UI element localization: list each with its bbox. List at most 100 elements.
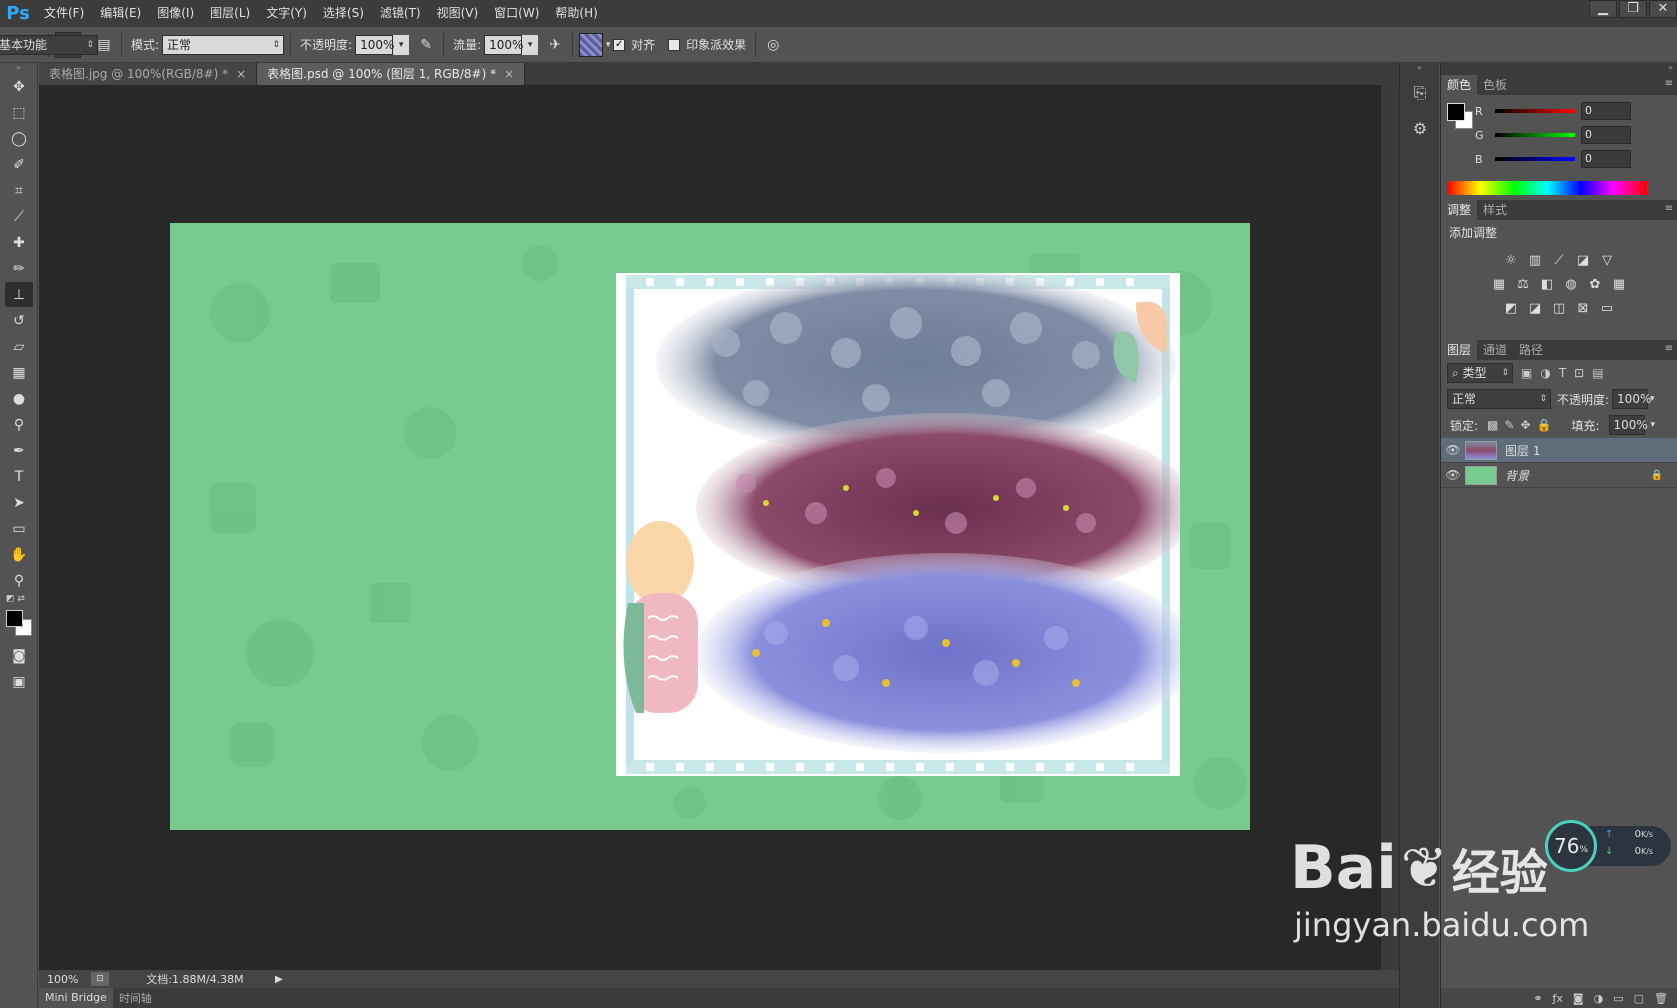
vibrance-icon[interactable]: ▽ (1598, 253, 1616, 269)
lock-transparent-icon[interactable]: ▩ (1487, 418, 1498, 432)
fill-input[interactable]: 100% (1608, 415, 1648, 435)
close-tab-icon[interactable]: × (236, 67, 246, 81)
workspace-select[interactable]: 基本功能 ⇕ (0, 35, 98, 55)
menu-view[interactable]: 视图(V) (429, 0, 487, 27)
gradient-tool-icon[interactable]: ▦ (5, 360, 33, 385)
impression-checkbox[interactable] (668, 38, 681, 51)
align-checkbox[interactable]: ✓ (613, 38, 626, 51)
add-mask-icon[interactable]: ◙ (1573, 992, 1584, 1005)
panel-menu-icon[interactable]: ≡ (1665, 343, 1673, 354)
brush-tool-icon[interactable]: ✏ (5, 256, 33, 281)
layer-opacity-input[interactable]: 100% (1612, 389, 1651, 409)
close-tab-icon[interactable]: × (504, 67, 514, 81)
marquee-tool-icon[interactable]: ⬚ (5, 100, 33, 125)
rectangle-tool-icon[interactable]: ▭ (5, 516, 33, 541)
new-group-icon[interactable]: ▭ (1613, 992, 1623, 1005)
opacity-dropdown-icon[interactable]: ▾ (393, 34, 410, 55)
status-arrow-icon[interactable]: ▶ (275, 974, 283, 985)
properties-panel-icon[interactable]: ⚙ (1406, 119, 1434, 147)
exposure-icon[interactable]: ◪ (1574, 253, 1592, 269)
fx-icon[interactable]: ƒx (1553, 992, 1563, 1005)
posterize-icon[interactable]: ◪ (1526, 301, 1544, 317)
filter-pixel-icon[interactable]: ▣ (1521, 366, 1532, 380)
quick-mask-icon[interactable]: ◙ (5, 643, 33, 668)
green-slider[interactable] (1495, 133, 1575, 137)
menu-select[interactable]: 选择(S) (315, 0, 372, 27)
swap-colors-icon[interactable]: ◩ ⇄ (0, 594, 37, 608)
tab-channels[interactable]: 通道 (1477, 340, 1513, 360)
red-value[interactable]: 0 (1581, 102, 1631, 120)
blue-slider[interactable] (1495, 157, 1575, 161)
healing-brush-tool-icon[interactable]: ✚ (5, 230, 33, 255)
panel-menu-icon[interactable]: ≡ (1665, 203, 1673, 214)
delete-layer-icon[interactable]: 🗑 (1654, 992, 1668, 1005)
menu-edit[interactable]: 编辑(E) (92, 0, 149, 27)
mode-select[interactable]: 正常 ⇕ (162, 34, 285, 55)
color-spectrum-bar[interactable] (1447, 181, 1647, 195)
blend-mode-select[interactable]: 正常 ⇕ (1447, 389, 1551, 409)
menu-filter[interactable]: 滤镜(T) (372, 0, 429, 27)
menu-file[interactable]: 文件(F) (36, 0, 92, 27)
channel-mixer-icon[interactable]: ✿ (1586, 277, 1604, 293)
link-layers-icon[interactable]: ⚭ (1533, 992, 1542, 1005)
pressure-opacity-icon[interactable]: ✎ (415, 34, 437, 56)
panel-collapse-icon[interactable]: » (0, 63, 37, 73)
history-panel-icon[interactable]: ⎘ (1406, 83, 1434, 111)
selective-color-icon[interactable]: ⊠ (1574, 301, 1592, 317)
curves-icon[interactable]: ⟋ (1550, 253, 1568, 269)
visibility-eye-icon[interactable]: 👁 (1441, 443, 1465, 457)
opacity-input[interactable]: 100% (355, 34, 394, 55)
color-lookup-icon[interactable]: ▦ (1610, 277, 1628, 293)
crop-tool-icon[interactable]: ⌗ (5, 178, 33, 203)
quick-select-tool-icon[interactable]: ✐ (5, 152, 33, 177)
menu-window[interactable]: 窗口(W) (486, 0, 547, 27)
lasso-tool-icon[interactable]: ◯ (5, 126, 33, 151)
type-tool-icon[interactable]: T (5, 464, 33, 489)
tab-mini-bridge[interactable]: Mini Bridge (39, 988, 113, 1008)
filter-type-icon[interactable]: T (1559, 366, 1566, 380)
lock-all-icon[interactable]: 🔒 (1537, 418, 1552, 432)
tab-layers[interactable]: 图层 (1441, 340, 1478, 360)
lock-position-icon[interactable]: ✥ (1520, 418, 1530, 432)
new-adjustment-icon[interactable]: ◑ (1594, 992, 1604, 1005)
restore-button[interactable]: ❐ (1619, 0, 1647, 18)
red-slider[interactable] (1495, 109, 1575, 113)
fill-dropdown-icon[interactable]: ▾ (1651, 420, 1656, 430)
flow-dropdown-icon[interactable]: ▾ (522, 34, 539, 55)
hand-tool-icon[interactable]: ✋ (5, 542, 33, 567)
pattern-picker[interactable] (579, 32, 604, 57)
black-white-icon[interactable]: ◧ (1538, 277, 1556, 293)
clone-stamp-tool-icon[interactable]: ⊥ (5, 282, 33, 307)
zoom-level[interactable]: 100% (39, 973, 91, 986)
foreground-color-swatch[interactable] (6, 610, 23, 627)
filter-adjust-icon[interactable]: ◑ (1540, 366, 1550, 380)
tab-swatches[interactable]: 色板 (1477, 75, 1513, 95)
panel-menu-icon[interactable]: ≡ (1665, 78, 1673, 89)
close-button[interactable]: ✕ (1649, 0, 1677, 18)
invert-icon[interactable]: ◩ (1502, 301, 1520, 317)
collapse-icon[interactable]: » (1441, 63, 1677, 75)
layer-row[interactable]: 👁 背景 🔒 (1441, 463, 1677, 488)
dodge-tool-icon[interactable]: ⚲ (5, 412, 33, 437)
menu-layer[interactable]: 图层(L) (202, 0, 258, 27)
tab-styles[interactable]: 样式 (1477, 200, 1513, 220)
zoom-tool-icon[interactable]: ⚲ (5, 568, 33, 593)
menu-help[interactable]: 帮助(H) (547, 0, 605, 27)
layer-row[interactable]: 👁 图层 1 (1441, 438, 1677, 463)
pattern-dropdown-icon[interactable]: ▾ (603, 34, 613, 56)
minimize-button[interactable]: ▁ (1589, 0, 1617, 18)
brightness-icon[interactable]: ☼ (1502, 253, 1520, 269)
eyedropper-tool-icon[interactable]: ⟋ (5, 204, 33, 229)
menu-type[interactable]: 文字(Y) (258, 0, 315, 27)
tab-timeline[interactable]: 时间轴 (113, 990, 158, 1006)
new-layer-icon[interactable]: ▢ (1634, 992, 1644, 1005)
tab-paths[interactable]: 路径 (1513, 340, 1549, 360)
tab-jpg[interactable]: 表格图.jpg @ 100%(RGB/8#) * × (39, 63, 258, 85)
collapse-icon[interactable]: « (1400, 63, 1439, 75)
hue-saturation-icon[interactable]: ▦ (1490, 277, 1508, 293)
blue-value[interactable]: 0 (1581, 150, 1631, 168)
green-value[interactable]: 0 (1581, 126, 1631, 144)
tab-psd[interactable]: 表格图.psd @ 100% (图层 1, RGB/8#) * × (257, 63, 526, 85)
photo-filter-icon[interactable]: ◍ (1562, 277, 1580, 293)
levels-icon[interactable]: ▥ (1526, 253, 1544, 269)
